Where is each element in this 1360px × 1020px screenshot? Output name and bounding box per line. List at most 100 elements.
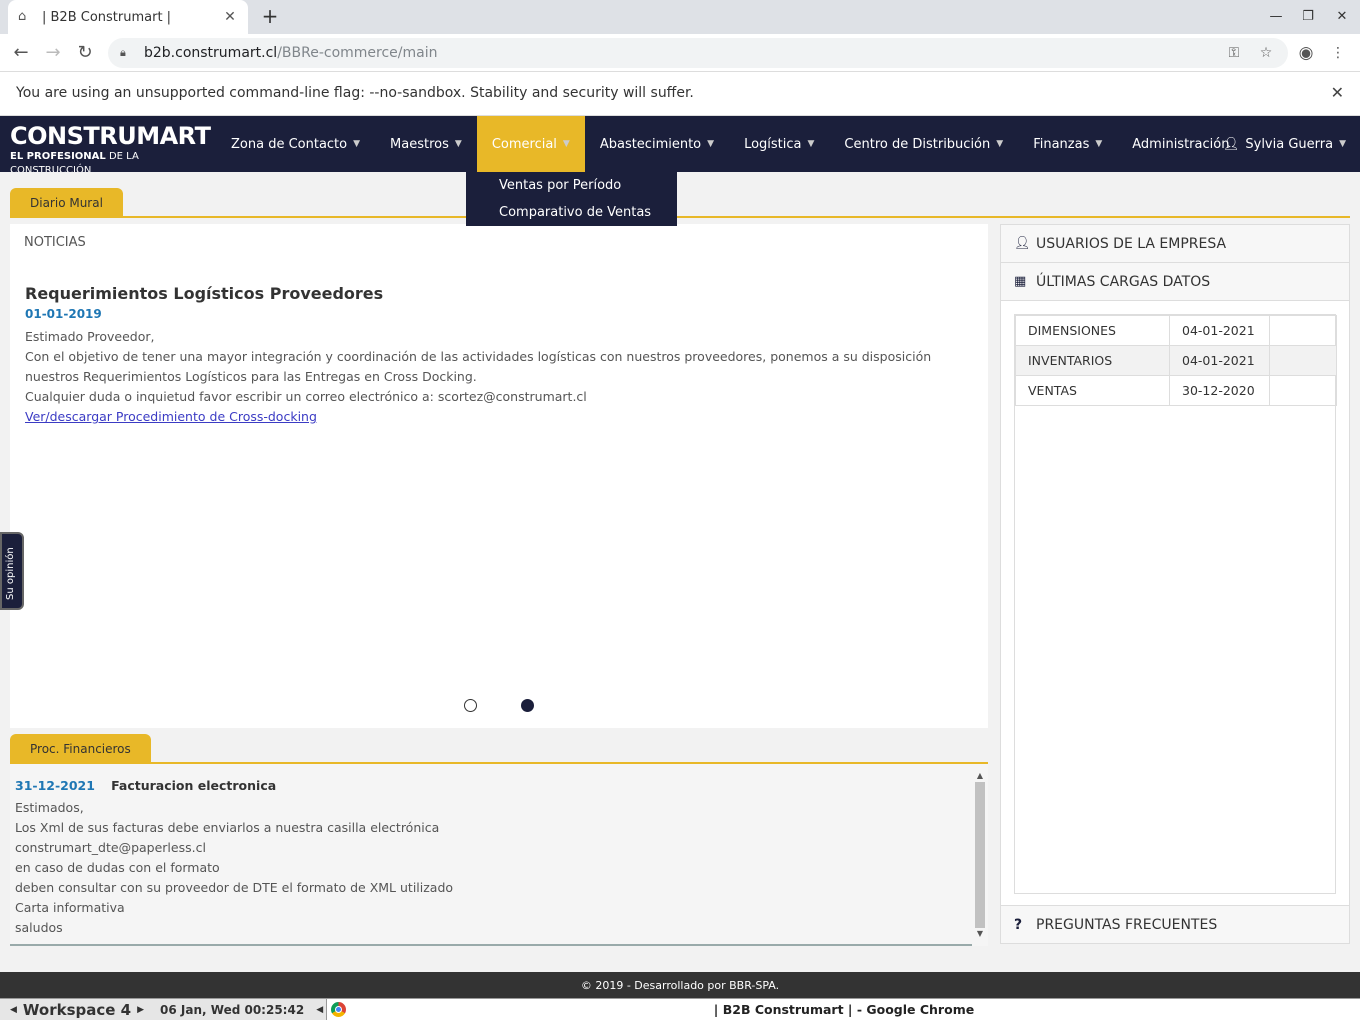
dropdown-item-ventas-periodo[interactable]: Ventas por Período	[466, 177, 677, 204]
user-menu[interactable]: 👤︎ Sylvia Guerra ▼	[1223, 116, 1346, 172]
carousel-dots	[464, 699, 578, 713]
prev-window-icon[interactable]: ◀	[316, 1005, 323, 1015]
faq-header[interactable]: ? PREGUNTAS FRECUENTES	[1001, 905, 1349, 943]
page-icon: ⌂	[18, 9, 27, 24]
news-line: Cualquier duda o inquietud favor escribi…	[25, 389, 587, 404]
main-content: Diario Mural NOTICIAS Requerimientos Log…	[0, 172, 1360, 972]
nav-maestros[interactable]: Maestros ▼	[375, 116, 477, 172]
site-header: CONSTRUMART EL PROFESIONAL DE LA CONSTRU…	[0, 116, 1360, 176]
close-tab-icon[interactable]: ✕	[222, 9, 238, 25]
minimize-icon[interactable]: —	[1264, 6, 1288, 28]
faq-label: PREGUNTAS FRECUENTES	[1036, 916, 1218, 933]
profile-icon[interactable]: ◉	[1296, 43, 1316, 63]
construmart-logo[interactable]: CONSTRUMART EL PROFESIONAL DE LA CONSTRU…	[10, 122, 211, 176]
chevron-down-icon: ▼	[1095, 139, 1103, 149]
news-panel: NOTICIAS Requerimientos Logísticos Prove…	[10, 224, 988, 728]
carga-date: 04-01-2021	[1169, 345, 1270, 376]
mural-tab-strip: Diario Mural	[10, 188, 1350, 218]
news-title: Requerimientos Logísticos Proveedores	[25, 284, 384, 303]
user-name: Sylvia Guerra	[1245, 136, 1334, 152]
workspace-switcher: ◀ Workspace 4 ▶ 06 Jan, Wed 00:25:42 ◀ ▶	[4, 999, 348, 1020]
nav-label: Logística	[744, 136, 802, 152]
cargas-header[interactable]: ▦ ÚLTIMAS CARGAS DATOS	[1001, 263, 1349, 301]
browser-tabbar: ⌂ | B2B Construmart | ✕ + — ❐ ✕	[0, 0, 1360, 34]
calendar-icon: ▦	[1014, 274, 1027, 289]
divider	[10, 944, 972, 946]
carousel-dot[interactable]	[464, 699, 477, 712]
scroll-thumb[interactable]	[975, 782, 985, 928]
fin-body: Estimados, Los Xml de sus facturas debe …	[15, 798, 965, 938]
address-bar: ← → ↻ 🔒︎ b2b.construmart.cl/BBRe-commerc…	[0, 34, 1360, 72]
logo-tag-bold: EL PROFESIONAL	[10, 151, 106, 162]
infobar-close-icon[interactable]: ✕	[1331, 83, 1344, 102]
lock-icon: 🔒︎	[120, 46, 126, 59]
fin-tab-strip: Proc. Financieros	[10, 734, 988, 764]
nav-centro-distribucion[interactable]: Centro de Distribución ▼	[829, 116, 1018, 172]
chevron-down-icon: ▼	[353, 139, 361, 149]
fin-title: Facturacion electronica	[111, 778, 277, 793]
carousel-dot-active[interactable]	[521, 699, 534, 712]
usuarios-header[interactable]: 👤︎ USUARIOS DE LA EMPRESA	[1001, 225, 1349, 263]
chevron-down-icon: ▼	[807, 139, 815, 149]
nav-zona-contacto[interactable]: Zona de Contacto ▼	[216, 116, 375, 172]
clock: 06 Jan, Wed 00:25:42	[160, 1003, 305, 1017]
feedback-label: Su opinión	[5, 547, 16, 600]
scroll-up-icon[interactable]: ▲	[974, 770, 986, 782]
new-tab-icon[interactable]: +	[258, 4, 282, 28]
question-icon: ?	[1014, 916, 1023, 933]
chevron-down-icon: ▼	[1339, 139, 1346, 149]
reload-icon[interactable]: ↻	[72, 40, 98, 66]
star-icon[interactable]: ☆	[1256, 43, 1276, 63]
nav-label: Maestros	[390, 136, 449, 152]
fin-date: 31-12-2021	[15, 778, 95, 793]
feedback-tab[interactable]: Su opinión	[0, 532, 24, 610]
nav-label: Administración	[1132, 136, 1230, 152]
tab-diario-mural[interactable]: Diario Mural	[10, 188, 123, 216]
scroll-down-icon[interactable]: ▼	[974, 928, 986, 940]
menu-dots-icon[interactable]: ⋮	[1328, 43, 1348, 63]
user-icon: 👤︎	[1222, 136, 1240, 152]
nav-comercial[interactable]: Comercial ▼	[476, 116, 585, 172]
forward-icon[interactable]: →	[40, 40, 66, 66]
browser-tab[interactable]: ⌂ | B2B Construmart | ✕	[8, 0, 248, 34]
news-line: Con el objetivo de tener una mayor integ…	[25, 349, 932, 384]
cargas-table: DIMENSIONES 04-01-2021 INVENTARIOS 04-01…	[1015, 315, 1337, 406]
scrollbar[interactable]: ▲ ▼	[974, 770, 986, 946]
url-path: /BBRe-commerce/main	[277, 45, 438, 61]
dropdown-item-comparativo-ventas[interactable]: Comparativo de Ventas	[466, 204, 677, 231]
tab-title: | B2B Construmart |	[42, 9, 172, 25]
fin-line: Estimados,	[15, 800, 84, 815]
financieros-panel: 31-12-2021 Facturacion electronica Estim…	[10, 764, 988, 946]
tab-proc-financieros[interactable]: Proc. Financieros	[10, 734, 151, 762]
section-label: NOTICIAS	[24, 235, 86, 250]
next-workspace-icon[interactable]: ▶	[137, 1005, 144, 1015]
chevron-down-icon: ▼	[562, 139, 570, 149]
infobar: You are using an unsupported command-lin…	[0, 72, 1360, 116]
url-input[interactable]: 🔒︎ b2b.construmart.cl/BBRe-commerce/main	[108, 38, 1288, 68]
nav-label: Centro de Distribución	[844, 136, 991, 152]
close-window-icon[interactable]: ✕	[1330, 6, 1354, 28]
logo-word: CONSTRUMART	[10, 122, 211, 150]
fin-line: Los Xml de sus facturas debe enviarlos a…	[15, 820, 440, 835]
workspace-label: Workspace 4	[22, 1001, 132, 1019]
usuarios-label: USUARIOS DE LA EMPRESA	[1036, 235, 1227, 252]
carga-name: INVENTARIOS	[1015, 345, 1170, 376]
nav-logistica[interactable]: Logística ▼	[729, 116, 829, 172]
carga-name: DIMENSIONES	[1015, 315, 1170, 346]
nav-label: Zona de Contacto	[231, 136, 348, 152]
nav-abastecimiento[interactable]: Abastecimiento ▼	[585, 116, 729, 172]
restore-icon[interactable]: ❐	[1296, 6, 1320, 28]
table-row: DIMENSIONES 04-01-2021	[1015, 315, 1337, 346]
comercial-dropdown: Ventas por Período Comparativo de Ventas	[466, 172, 677, 226]
site-footer: © 2019 - Desarrollado por BBR-SPA.	[0, 972, 1360, 998]
key-icon[interactable]: ⚿	[1224, 43, 1244, 63]
os-taskbar: ◀ Workspace 4 ▶ 06 Jan, Wed 00:25:42 ◀ ▶…	[0, 998, 1360, 1020]
url-host: b2b.construmart.cl	[144, 45, 278, 61]
taskbar-window-button[interactable]: | B2B Construmart | - Google Chrome	[326, 999, 1360, 1020]
nav-finanzas[interactable]: Finanzas ▼	[1018, 116, 1117, 172]
fin-line: construmart_dte@paperless.cl	[15, 840, 206, 855]
prev-workspace-icon[interactable]: ◀	[10, 1005, 17, 1015]
cargas-label: ÚLTIMAS CARGAS DATOS	[1036, 273, 1211, 290]
cross-docking-link[interactable]: Ver/descargar Procedimiento de Cross-doc…	[25, 409, 317, 424]
back-icon[interactable]: ←	[8, 40, 34, 66]
